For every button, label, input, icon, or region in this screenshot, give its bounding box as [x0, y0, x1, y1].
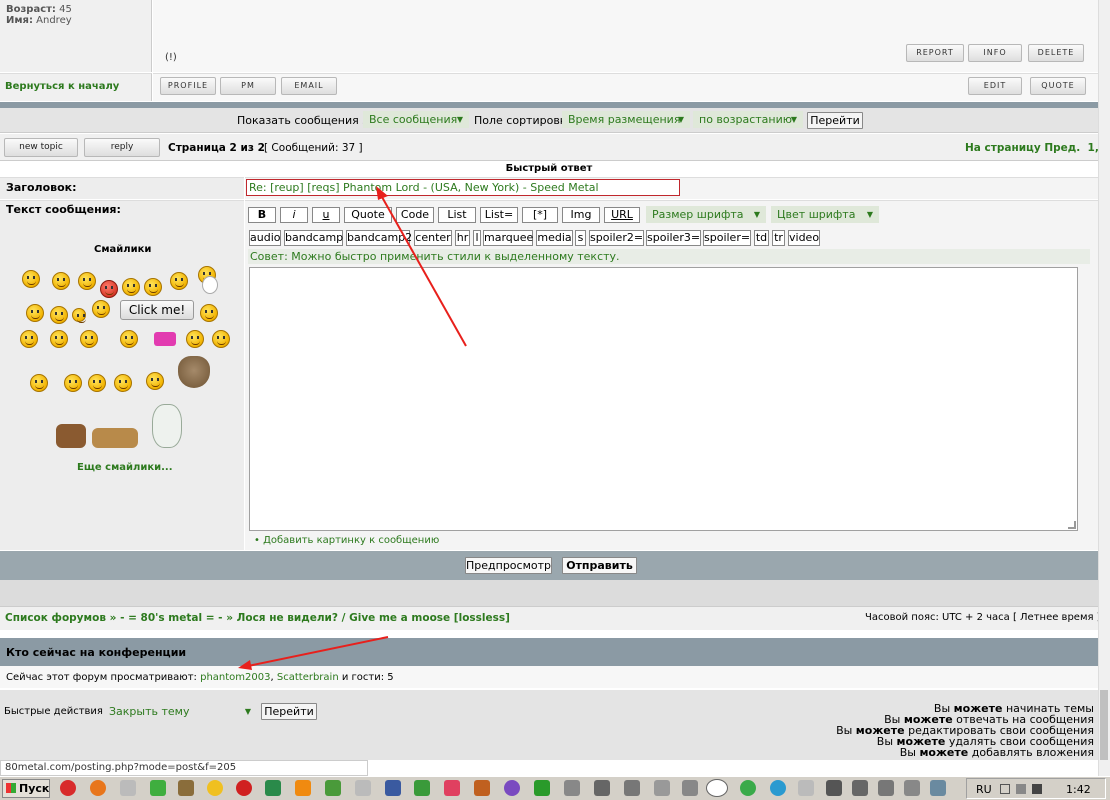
annotation-arrow	[381, 196, 467, 347]
app-icon[interactable]	[826, 780, 842, 796]
app-icon[interactable]	[265, 780, 281, 796]
app-icon[interactable]	[852, 780, 868, 796]
utorrent-icon[interactable]	[414, 780, 430, 796]
app-icon[interactable]	[878, 780, 894, 796]
opera-icon[interactable]	[60, 780, 76, 796]
app-icon[interactable]	[355, 780, 371, 796]
app-icon[interactable]	[564, 780, 580, 796]
app-icon[interactable]	[654, 780, 670, 796]
annotation-arrows	[238, 186, 467, 670]
network-icon[interactable]	[1000, 784, 1010, 794]
app-icon[interactable]	[930, 780, 946, 796]
start-label: Пуск	[19, 782, 50, 795]
app-icon[interactable]	[534, 780, 550, 796]
vlc-icon[interactable]	[295, 780, 311, 796]
app-icon[interactable]	[178, 780, 194, 796]
start-button[interactable]: Пуск	[2, 779, 50, 798]
app-icon[interactable]	[120, 780, 136, 796]
app-icon[interactable]	[444, 780, 460, 796]
app-icon[interactable]	[474, 780, 490, 796]
annotation-arrow	[247, 636, 389, 667]
annotation-arrowhead	[376, 186, 388, 200]
clock[interactable]: 1:42	[1066, 783, 1091, 796]
app-icon[interactable]	[624, 780, 640, 796]
app-icon[interactable]	[207, 780, 223, 796]
whatsapp-icon[interactable]	[740, 780, 756, 796]
app-icon[interactable]	[798, 780, 814, 796]
volume-icon[interactable]	[1032, 784, 1042, 794]
app-icon[interactable]	[904, 780, 920, 796]
tray-icon[interactable]	[1016, 784, 1026, 794]
viber-icon[interactable]	[504, 780, 520, 796]
firefox-icon[interactable]	[90, 780, 106, 796]
chrome-icon[interactable]	[706, 779, 728, 797]
windows-logo-icon	[6, 783, 16, 793]
annotation-arrowhead	[238, 660, 252, 670]
telegram-icon[interactable]	[770, 780, 786, 796]
app-icon[interactable]	[236, 780, 252, 796]
app-icon[interactable]	[682, 780, 698, 796]
app-icon[interactable]	[325, 780, 341, 796]
app-icon[interactable]	[594, 780, 610, 796]
app-icon[interactable]	[385, 780, 401, 796]
language-indicator[interactable]: RU	[976, 783, 992, 796]
app-icon[interactable]	[150, 780, 166, 796]
